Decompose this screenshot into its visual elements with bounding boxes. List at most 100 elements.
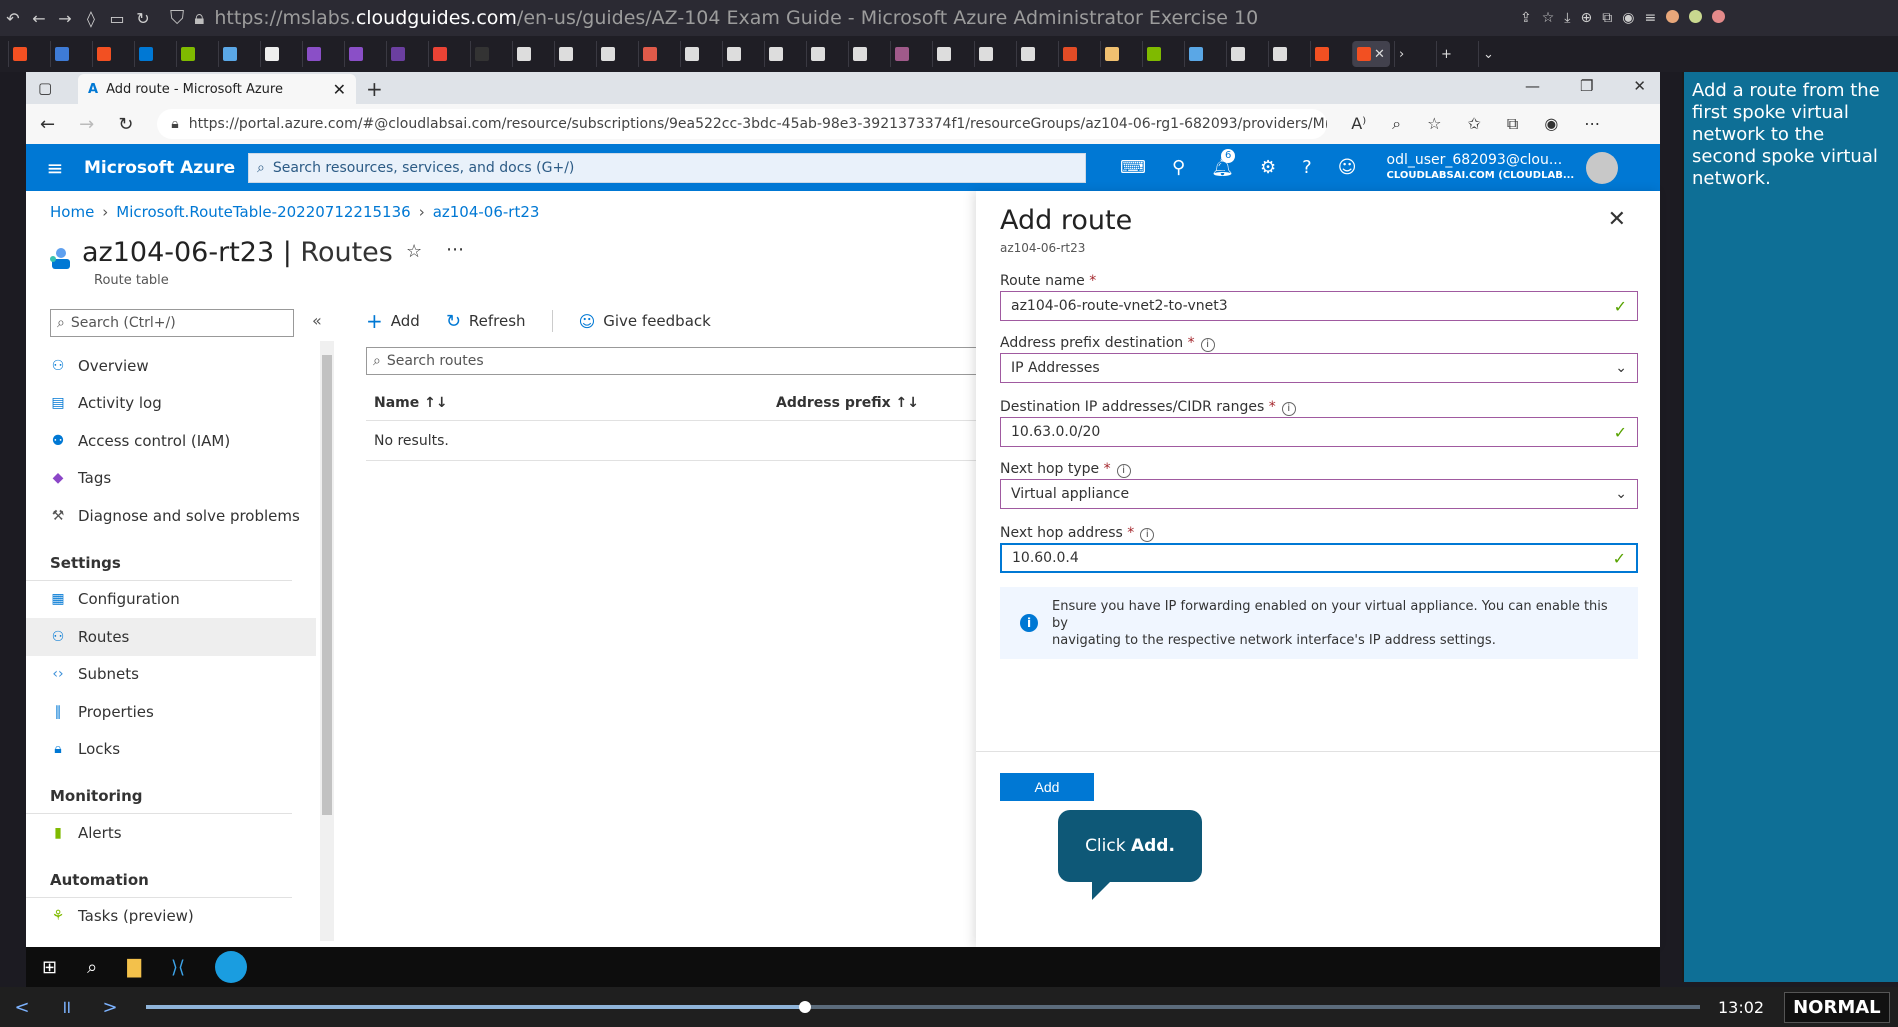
menu-item-alerts[interactable]: ▮ Alerts [26,814,316,852]
outer-tab[interactable] [1058,41,1096,67]
outer-tab[interactable] [1100,41,1138,67]
outer-tab[interactable] [806,41,844,67]
undo-icon[interactable]: ↶ [0,9,26,28]
outer-tab[interactable] [428,41,466,67]
outer-tab[interactable] [8,41,46,67]
outer-tab[interactable] [722,41,760,67]
reload-icon[interactable]: ↻ [118,114,133,135]
windows-start-icon[interactable]: ⊞ [42,957,57,978]
breadcrumb-home[interactable]: Home [50,203,94,221]
tab-actions-icon[interactable]: ▢ [38,79,52,97]
menu-item-locks[interactable]: 🔒︎ Locks [26,731,316,769]
progress-knob[interactable] [798,1001,811,1013]
info-icon[interactable]: i [1200,338,1215,352]
profile-icon[interactable]: ◉ [1544,114,1558,134]
account-info[interactable]: odl_user_682093@clou... CLOUDLABSAI.COM … [1387,152,1575,183]
edge-tab-active[interactable]: A Add route - Microsoft Azure ✕ [78,74,356,104]
feedback-icon[interactable]: ☺ [1338,157,1357,178]
menu-icon[interactable]: ≡ [1644,10,1656,26]
outer-tab[interactable] [260,41,298,67]
outer-tab[interactable] [890,41,928,67]
menu-item-overview[interactable]: ⚇ Overview [26,347,316,385]
zoom-icon[interactable]: ⌕ [1392,114,1401,134]
outer-tab[interactable] [638,41,676,67]
outer-tab[interactable] [1268,41,1306,67]
search-icon[interactable]: ⌕ [87,957,97,978]
new-tab-icon[interactable]: + [366,77,383,101]
outer-tab[interactable] [134,41,172,67]
reader-icon[interactable]: ◊ [78,9,104,28]
outer-tab[interactable] [1016,41,1054,67]
menu-item-properties[interactable]: ∥ Properties [26,693,316,731]
menu-item-configuration[interactable]: ▦ Configuration [26,581,316,619]
next-hop-type-select[interactable]: Virtual appliance ⌄ [1000,479,1638,509]
pause-icon[interactable]: ॥ [44,995,88,1019]
outer-tab[interactable] [386,41,424,67]
add-button[interactable]: Add [1000,773,1094,801]
minimize-icon[interactable]: — [1525,77,1540,95]
column-address-prefix[interactable]: Address prefix ↑↓ [776,395,919,411]
next-icon[interactable]: > [88,997,132,1018]
vscode-icon[interactable]: ⟩⟨ [171,957,185,978]
menu-item-tags[interactable]: ◆ Tags [26,460,316,498]
collapse-menu-icon[interactable]: « [312,311,322,330]
add-route-command[interactable]: + Add [366,309,420,333]
give-feedback-command[interactable]: ☺ Give feedback [579,312,711,331]
prefix-destination-select[interactable]: IP Addresses ⌄ [1000,353,1638,383]
outer-tab[interactable] [974,41,1012,67]
destination-ip-input[interactable]: 10.63.0.0/20 ✓ [1000,417,1638,447]
outer-tab[interactable] [554,41,592,67]
info-icon[interactable]: i [1140,528,1155,542]
menu-search-input[interactable]: ⌕ Search (Ctrl+/) [50,309,294,337]
edge-browser-icon[interactable] [215,951,248,983]
outer-tab[interactable] [764,41,802,67]
settings-gear-icon[interactable]: ⚙ [1260,157,1276,178]
outer-address-bar[interactable]: ⛉ 🔒︎ https://mslabs.cloudguides.com/en-u… [170,5,1500,31]
info-icon[interactable]: i [1116,464,1131,478]
collections-icon[interactable]: ⧉ [1507,114,1518,134]
extension-icon[interactable]: ⊕ [1581,10,1593,26]
star-icon[interactable]: ☆ [1542,10,1555,26]
routes-search-input[interactable]: ⌕ Search routes [366,347,1006,375]
breadcrumb-resource[interactable]: az104-06-rt23 [433,203,540,221]
info-icon[interactable]: i [1281,402,1296,416]
menu-item-subnets[interactable]: ‹› Subnets [26,656,316,694]
back-icon[interactable]: ← [26,9,52,28]
more-icon[interactable]: ⋯ [446,239,464,260]
outer-tab[interactable] [596,41,634,67]
reload-icon[interactable]: ↻ [130,9,156,28]
previous-icon[interactable]: < [0,997,44,1018]
outer-tab[interactable] [470,41,508,67]
hamburger-icon[interactable]: ≡ [26,156,84,180]
refresh-command[interactable]: ↻ Refresh [446,311,526,332]
window-max-dot-icon[interactable] [1689,10,1703,23]
restore-icon[interactable]: ❐ [1580,77,1593,95]
directory-filter-icon[interactable]: ⚲ [1172,157,1185,178]
edge-address-bar[interactable]: 🔒︎ https://portal.azure.com/#@cloudlabsa… [157,109,1328,139]
share-icon[interactable]: ⇪ [1520,10,1532,26]
menu-item-tasks[interactable]: ⚘ Tasks (preview) [26,898,316,936]
outer-tab[interactable] [1310,41,1348,67]
window-min-dot-icon[interactable] [1666,10,1680,23]
outer-tab[interactable] [176,41,214,67]
outer-tab[interactable] [512,41,550,67]
column-name[interactable]: Name ↑↓ [366,395,776,411]
progress-bar[interactable] [146,1001,1700,1013]
global-search-input[interactable]: ⌕ Search resources, services, and docs (… [248,152,1086,183]
close-icon[interactable]: ✕ [1633,77,1646,95]
profile-icon[interactable]: ◉ [1622,10,1634,26]
outer-tab[interactable] [92,41,130,67]
azure-brand[interactable]: Microsoft Azure [84,158,248,178]
outer-tab[interactable] [1184,41,1222,67]
next-hop-address-input[interactable]: 10.60.0.4 ✓ [1000,543,1638,573]
outer-tab-active[interactable]: ✕ [1352,41,1390,67]
outer-tab[interactable] [848,41,886,67]
outer-tab[interactable] [932,41,970,67]
menu-item-diagnose[interactable]: ⚒ Diagnose and solve problems [26,497,316,535]
outer-tab[interactable] [302,41,340,67]
forward-icon[interactable]: → [52,9,78,28]
notifications-icon[interactable]: 🔔︎ 6 [1211,149,1236,178]
outer-tab[interactable] [344,41,382,67]
route-name-input[interactable]: az104-06-route-vnet2-to-vnet3 ✓ [1000,291,1638,321]
more-icon[interactable]: ⋯ [1584,114,1600,134]
